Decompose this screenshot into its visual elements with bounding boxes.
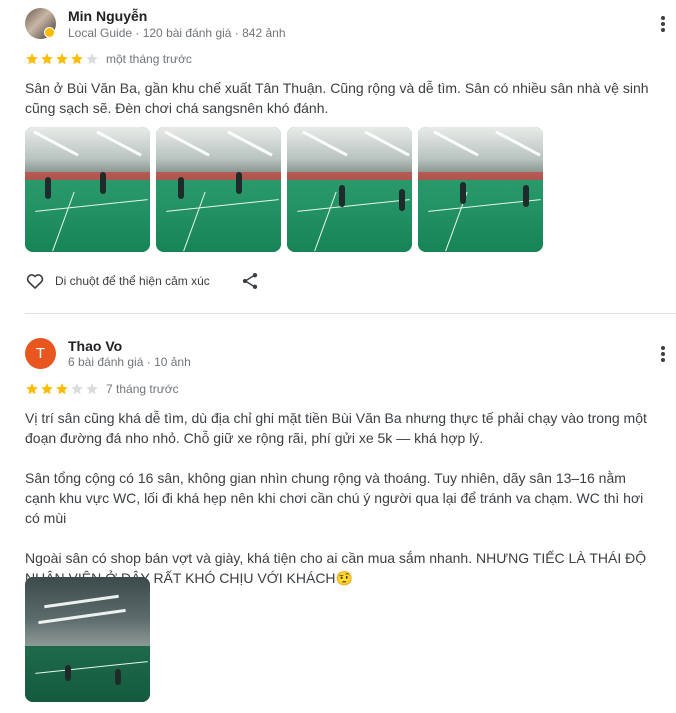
star-empty-icon bbox=[71, 383, 83, 395]
stars bbox=[25, 52, 100, 66]
star-filled-icon bbox=[56, 383, 68, 395]
review-photo[interactable] bbox=[418, 127, 543, 252]
review-paragraph: Sân ở Bùi Văn Ba, gần khu chế xuất Tân T… bbox=[25, 80, 649, 116]
review-paragraph: Vị trí sân cũng khá dễ tìm, dù địa chỉ g… bbox=[25, 410, 647, 446]
review-photo[interactable] bbox=[287, 127, 412, 252]
star-rating: một tháng trước bbox=[25, 52, 192, 66]
review-photo[interactable] bbox=[25, 127, 150, 252]
review-actions: Di chuột để thể hiện cảm xúc bbox=[25, 270, 260, 292]
star-empty-icon bbox=[86, 53, 98, 65]
star-filled-icon bbox=[71, 53, 83, 65]
more-options-icon[interactable] bbox=[655, 14, 671, 34]
review-photo[interactable] bbox=[156, 127, 281, 252]
review-time: một tháng trước bbox=[106, 52, 192, 66]
share-icon[interactable] bbox=[240, 271, 260, 291]
reviewer-avatar[interactable]: T bbox=[25, 338, 56, 369]
review-paragraph: Sân tổng cộng có 16 sân, không gian nhìn… bbox=[25, 470, 644, 526]
review-time: 7 tháng trước bbox=[106, 382, 179, 396]
review-photo[interactable] bbox=[25, 577, 150, 702]
reviewer-meta: 6 bài đánh giá · 10 ảnh bbox=[68, 355, 191, 369]
star-filled-icon bbox=[26, 383, 38, 395]
star-filled-icon bbox=[41, 383, 53, 395]
star-empty-icon bbox=[86, 383, 98, 395]
reviewer-meta: Local Guide · 120 bài đánh giá · 842 ảnh bbox=[68, 26, 286, 40]
star-filled-icon bbox=[41, 53, 53, 65]
star-filled-icon bbox=[56, 53, 68, 65]
star-filled-icon bbox=[26, 53, 38, 65]
reviewer-name[interactable]: Thao Vo bbox=[68, 338, 122, 354]
reviewer-name[interactable]: Min Nguyễn bbox=[68, 8, 147, 24]
stars bbox=[25, 382, 100, 396]
review-text: Vị trí sân cũng khá dễ tìm, dù địa chỉ g… bbox=[25, 408, 655, 588]
local-guide-badge-icon bbox=[44, 27, 55, 38]
heart-outline-icon[interactable] bbox=[25, 271, 45, 291]
more-options-icon[interactable] bbox=[655, 344, 671, 364]
review-divider bbox=[25, 313, 676, 314]
react-hint: Di chuột để thể hiện cảm xúc bbox=[55, 274, 210, 288]
star-rating: 7 tháng trước bbox=[25, 382, 179, 396]
review-text: Sân ở Bùi Văn Ba, gần khu chế xuất Tân T… bbox=[25, 78, 655, 118]
